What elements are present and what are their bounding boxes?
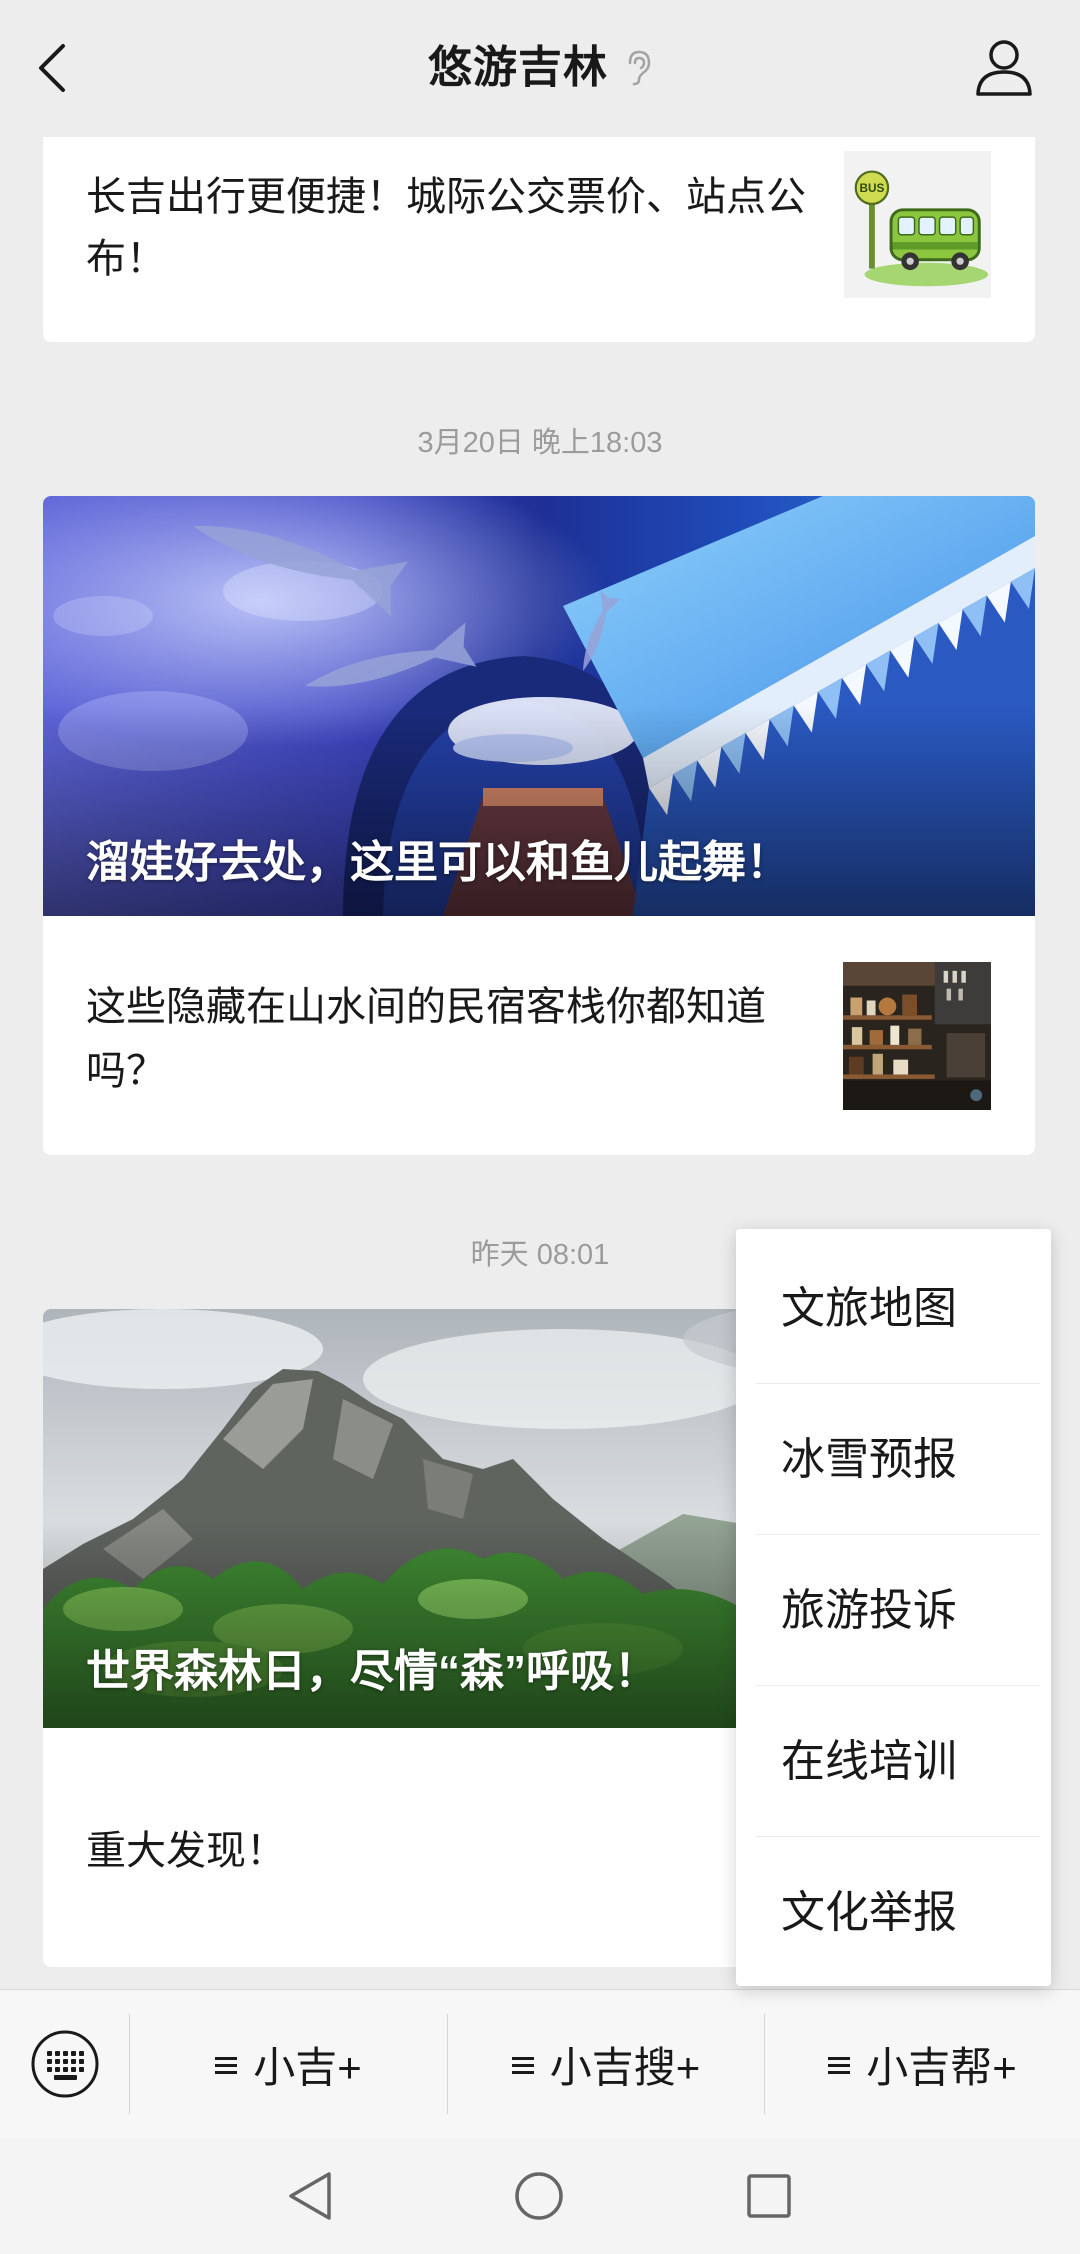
nav-recents-icon[interactable] <box>747 2174 791 2218</box>
menu-lines-icon <box>828 2056 851 2074</box>
guesthouse-thumbnail <box>843 962 991 1110</box>
bus-thumbnail: BUS <box>844 151 991 298</box>
official-account-menu-bar: 小吉+ 小吉搜+ 小吉帮+ <box>0 1989 1080 2138</box>
menu-button-label: 小吉搜+ <box>549 2044 701 2091</box>
submenu-item[interactable]: 旅游投诉 <box>736 1535 1051 1686</box>
menu-button-xiaoji[interactable]: 小吉+ <box>130 1990 447 2139</box>
message-timestamp: 3月20日 晚上18:03 <box>417 427 663 459</box>
page-title: 悠游吉林 <box>428 42 608 93</box>
article-card[interactable]: 长吉出行更便捷！城际公交票价、站点公布！ BUS <box>43 107 1035 342</box>
menu-button-xiaoji-search[interactable]: 小吉搜+ <box>448 1990 764 2139</box>
menu-lines-icon <box>215 2056 238 2074</box>
cover-article[interactable]: 溜娃好去处，这里可以和鱼儿起舞！ <box>43 496 1035 916</box>
article-title: 长吉出行更便捷！城际公交票价、站点公布！ <box>86 175 806 281</box>
menu-lines-icon <box>511 2056 534 2074</box>
sub-article-title: 重大发现！ <box>86 1829 286 1873</box>
article-card: 溜娃好去处，这里可以和鱼儿起舞！ 这些隐藏在山水间的民宿客栈你都知道吗？ <box>43 496 1035 1155</box>
menu-button-xiaoji-help[interactable]: 小吉帮+ <box>765 1990 1080 2139</box>
system-navigation-bar <box>0 2138 1080 2254</box>
cover-title: 溜娃好去处，这里可以和鱼儿起舞！ <box>86 838 790 887</box>
submenu-item[interactable]: 冰雪预报 <box>736 1384 1051 1535</box>
top-bar: 悠游吉林 <box>0 0 1080 137</box>
nav-back-icon[interactable] <box>289 2172 331 2220</box>
menu-button-label: 小吉+ <box>253 2044 362 2091</box>
bus-sign-label: BUS <box>860 182 885 195</box>
submenu-item[interactable]: 在线培训 <box>736 1686 1051 1837</box>
title-group: 悠游吉林 <box>0 40 1080 96</box>
sub-article[interactable]: 这些隐藏在山水间的民宿客栈你都知道吗？ <box>43 916 1035 1155</box>
keyboard-icon[interactable] <box>30 2029 100 2099</box>
submenu-item[interactable]: 文旅地图 <box>736 1233 1051 1384</box>
menu-button-label: 小吉帮+ <box>866 2044 1017 2091</box>
cover-title: 世界森林日，尽情“森”呼吸！ <box>86 1647 658 1696</box>
submenu-popup: 文旅地图 冰雪预报 旅游投诉 在线培训 文化举报 <box>736 1229 1051 1986</box>
sub-article-title: 这些隐藏在山水间的民宿客栈你都知道吗？ <box>86 985 766 1093</box>
nav-home-icon[interactable] <box>515 2172 563 2220</box>
ear-icon <box>628 50 651 86</box>
submenu-item[interactable]: 文化举报 <box>736 1837 1051 1988</box>
person-icon[interactable] <box>972 38 1036 98</box>
